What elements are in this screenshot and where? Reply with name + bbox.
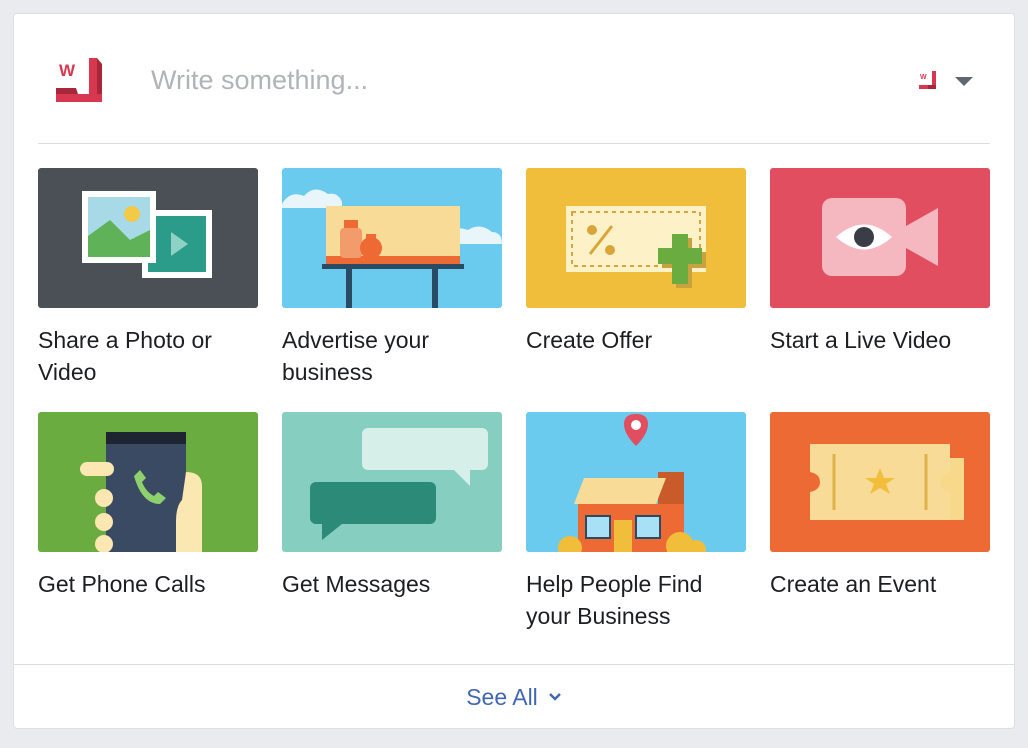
svg-text:W: W [920,74,927,81]
post-as-page-dropdown[interactable]: W [919,69,977,93]
live-video-eye-icon [770,168,990,308]
caret-down-icon [955,77,973,86]
action-label: Share a Photo or Video [38,327,212,385]
photo-video-icon [38,168,258,308]
composer: W W [14,14,1014,144]
create-post-card: W Write something... W Share a Photo or … [13,13,1015,729]
see-all-button[interactable]: See All [14,665,1014,729]
write-something-input[interactable] [151,62,751,98]
page-logo: W [56,58,102,102]
action-label: Get Messages [282,571,431,597]
storefront-pin-icon [526,412,746,552]
phone-hand-icon [38,412,258,552]
action-advertise-business[interactable]: Advertise your business [282,168,502,388]
message-bubbles-icon [282,412,502,552]
billboard-icon [282,168,502,308]
action-get-phone-calls[interactable]: Get Phone Calls [38,412,258,600]
logo-letter: W [59,61,76,80]
page-avatar-icon: W [919,71,936,89]
action-label: Start a Live Video [770,327,952,353]
action-label: Create an Event [770,571,937,597]
composer-divider [38,143,990,144]
event-ticket-icon [770,412,990,552]
action-share-photo-video[interactable]: Share a Photo or Video [38,168,258,388]
action-label: Advertise your business [282,327,430,385]
action-create-event[interactable]: Create an Event [770,412,990,600]
action-label: Create Offer [526,327,653,353]
action-help-find-business[interactable]: Help People Find your Business [526,412,746,632]
action-label: Get Phone Calls [38,571,206,597]
action-start-live-video[interactable]: Start a Live Video [770,168,990,356]
action-get-messages[interactable]: Get Messages [282,412,502,600]
offer-coupon-icon [526,168,746,308]
see-all-label: See All [466,683,538,710]
action-create-offer[interactable]: Create Offer [526,168,746,356]
chevron-down-icon [548,693,561,701]
action-label: Help People Find your Business [526,571,703,629]
